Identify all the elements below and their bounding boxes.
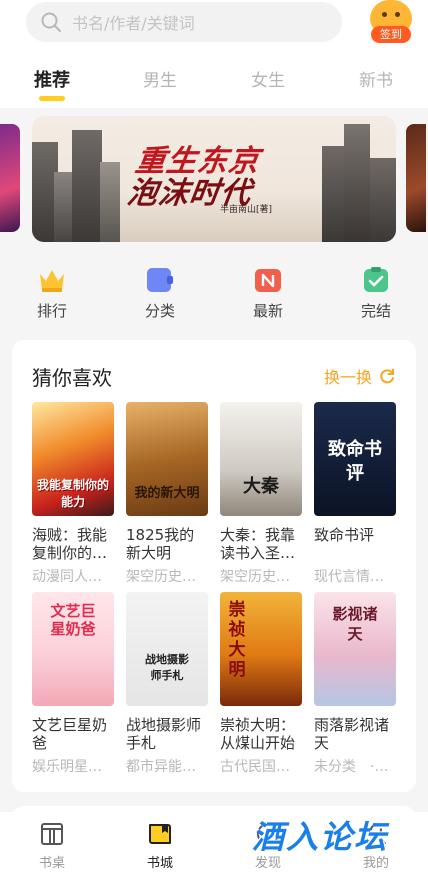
banner-prev-peek[interactable] <box>0 124 20 232</box>
tab-recommend[interactable]: 推荐 <box>22 66 82 92</box>
nav-bookstore-label: 书城 <box>146 856 173 871</box>
watermark-text: 酒入论坛 <box>252 818 389 856</box>
book-name: 致命书评 <box>314 526 375 544</box>
recommend-title: 猜你喜欢 <box>32 366 112 390</box>
book-cover-title: 大秦 <box>243 476 279 497</box>
book-item[interactable]: 大秦 大秦：我靠读书入圣… 架空历史… <box>220 402 302 586</box>
book-cover-title: 影视诸天 <box>332 605 378 643</box>
banner-next-peek[interactable] <box>406 124 426 232</box>
book-name: 海贼：我能复制你的… <box>32 526 108 562</box>
book-tag: 娱乐明星… <box>32 759 102 775</box>
banner-author: 半亩南山[著] <box>220 205 273 215</box>
search-icon <box>41 12 61 32</box>
shortcut-completed[interactable]: 完结 <box>346 262 406 321</box>
nav-desk[interactable]: 书桌 <box>22 820 82 871</box>
book-cover[interactable]: 致命书评 <box>314 402 396 516</box>
tab-new[interactable]: 新书 <box>346 66 406 91</box>
book-cover-title: 致命书评 <box>328 439 382 484</box>
book-cover-title: 我的新大明 <box>134 486 200 501</box>
book-item[interactable]: 战地摄影师手札 战地摄影师手札 都市异能… <box>126 592 208 776</box>
book-cover[interactable]: 我的新大明 <box>126 402 208 516</box>
tab-male[interactable]: 男生 <box>130 66 190 91</box>
book-tag: 现代言情… <box>314 569 384 585</box>
search-bar[interactable]: 书名/作者/关键词 <box>26 2 342 42</box>
recommend-card: 猜你喜欢 换一换 我能复制你的能力 海贼：我能复制你的… 动漫同人… 我的新大明… <box>12 340 416 792</box>
search-placeholder: 书名/作者/关键词 <box>72 14 195 33</box>
shortcut-completed-label: 完结 <box>360 302 391 320</box>
book-cover[interactable]: 大秦 <box>220 402 302 516</box>
banner-carousel[interactable]: 重生东京 泡沫时代 半亩南山[著] <box>0 116 428 244</box>
checkin-label: 签到 <box>371 26 411 43</box>
shortcut-ranking[interactable]: 排行 <box>22 262 82 321</box>
book-item[interactable]: 崇祯大明 崇祯大明：从煤山开始 古代民国… <box>220 592 302 776</box>
category-shortcuts: 排行 分类 最新 完结 <box>0 262 428 326</box>
book-tag: 架空历史… <box>220 569 290 585</box>
book-cover-title: 崇祯大明 <box>228 600 246 680</box>
book-name: 1825我的新大明 <box>126 526 195 562</box>
category-icon <box>145 266 175 294</box>
tab-bar: 推荐 男生 女生 新书 <box>0 62 428 102</box>
book-tag: 架空历史… <box>126 569 196 585</box>
book-name: 雨落影视诸天 <box>314 716 390 752</box>
shortcut-newest[interactable]: 最新 <box>238 262 298 321</box>
book-item[interactable]: 我能复制你的能力 海贼：我能复制你的… 动漫同人… <box>32 402 114 586</box>
book-tag: 动漫同人… <box>32 569 102 585</box>
refresh-icon <box>380 368 394 384</box>
book-tag: 未分类 ·… <box>314 759 389 775</box>
book-name: 崇祯大明：从煤山开始 <box>220 716 296 752</box>
shortcut-newest-label: 最新 <box>252 302 283 320</box>
desk-icon <box>38 820 66 848</box>
book-item[interactable]: 文艺巨星奶爸 文艺巨星奶爸 娱乐明星… <box>32 592 114 776</box>
new-icon <box>253 266 283 294</box>
book-cover[interactable]: 文艺巨星奶爸 <box>32 592 114 706</box>
tab-female[interactable]: 女生 <box>238 66 298 91</box>
completed-icon <box>361 266 391 294</box>
book-name: 大秦：我靠读书入圣… <box>220 526 296 562</box>
checkin-button[interactable]: 签到 <box>368 0 414 44</box>
header: 书名/作者/关键词 签到 推荐 男生 女生 新书 <box>0 0 428 108</box>
book-cover[interactable]: 战地摄影师手札 <box>126 592 208 706</box>
book-item[interactable]: 影视诸天 雨落影视诸天 未分类 ·… <box>314 592 396 776</box>
book-item[interactable]: 致命书评 致命书评 现代言情… <box>314 402 396 586</box>
book-item[interactable]: 我的新大明 1825我的新大明 架空历史… <box>126 402 208 586</box>
crown-icon <box>37 266 67 294</box>
book-name: 战地摄影师手札 <box>126 716 202 752</box>
refresh-button[interactable]: 换一换 <box>324 364 396 388</box>
tab-indicator <box>39 96 65 101</box>
book-tag: 都市异能… <box>126 759 196 775</box>
book-cover[interactable]: 我能复制你的能力 <box>32 402 114 516</box>
refresh-label: 换一换 <box>323 368 372 387</box>
bookstore-icon <box>146 820 174 848</box>
book-name: 文艺巨星奶爸 <box>32 716 108 752</box>
nav-desk-label: 书桌 <box>38 856 65 871</box>
book-cover[interactable]: 崇祯大明 <box>220 592 302 706</box>
shortcut-ranking-label: 排行 <box>36 302 67 320</box>
nav-bookstore[interactable]: 书城 <box>130 820 190 871</box>
book-cover-title: 文艺巨星奶爸 <box>50 602 96 638</box>
book-cover[interactable]: 影视诸天 <box>314 592 396 706</box>
book-tag: 古代民国… <box>220 759 290 775</box>
shortcut-category-label: 分类 <box>144 302 175 320</box>
book-cover-title: 我能复制你的能力 <box>36 478 109 509</box>
book-cover-title: 战地摄影师手札 <box>145 653 189 682</box>
banner-slide[interactable]: 重生东京 泡沫时代 半亩南山[著] <box>32 116 396 242</box>
shortcut-category[interactable]: 分类 <box>130 262 190 321</box>
